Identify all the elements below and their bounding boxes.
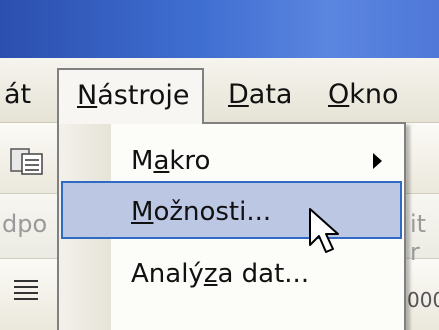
menu-okno[interactable]: Okno bbox=[328, 71, 399, 119]
menu-item-analyza-dat-label: Analýza dat... bbox=[131, 259, 310, 289]
menu-format-label: át bbox=[4, 79, 32, 110]
window-titlebar bbox=[0, 0, 439, 58]
menu-nastroje-mnemonic: N bbox=[77, 80, 98, 111]
name-box-text: dpo bbox=[2, 210, 48, 238]
menu-data-mnemonic: D bbox=[228, 79, 249, 110]
menu-data-label: ata bbox=[248, 79, 293, 110]
paste-icon[interactable] bbox=[10, 146, 50, 176]
align-justify-icon[interactable] bbox=[12, 277, 42, 305]
formula-text: it r bbox=[410, 210, 427, 266]
mouse-pointer-icon bbox=[309, 208, 339, 253]
menu-item-analyza-dat[interactable]: Analýza dat... bbox=[59, 245, 404, 303]
tools-dropdown-menu: Makro Možnosti... Analýza dat... bbox=[57, 122, 406, 330]
menu-item-moznosti-label: Možnosti... bbox=[131, 197, 272, 227]
menu-nastroje[interactable]: Nástroje bbox=[57, 68, 204, 124]
menu-item-moznosti[interactable]: Možnosti... bbox=[61, 181, 402, 239]
submenu-arrow-icon bbox=[373, 153, 382, 169]
menu-okno-mnemonic: O bbox=[328, 79, 350, 110]
menu-okno-label: kno bbox=[349, 79, 399, 110]
menu-data[interactable]: Data bbox=[228, 71, 292, 119]
number-format-text: 000 bbox=[407, 288, 439, 312]
menu-format[interactable]: át bbox=[4, 71, 31, 119]
menu-nastroje-label: ástroje bbox=[97, 80, 190, 111]
